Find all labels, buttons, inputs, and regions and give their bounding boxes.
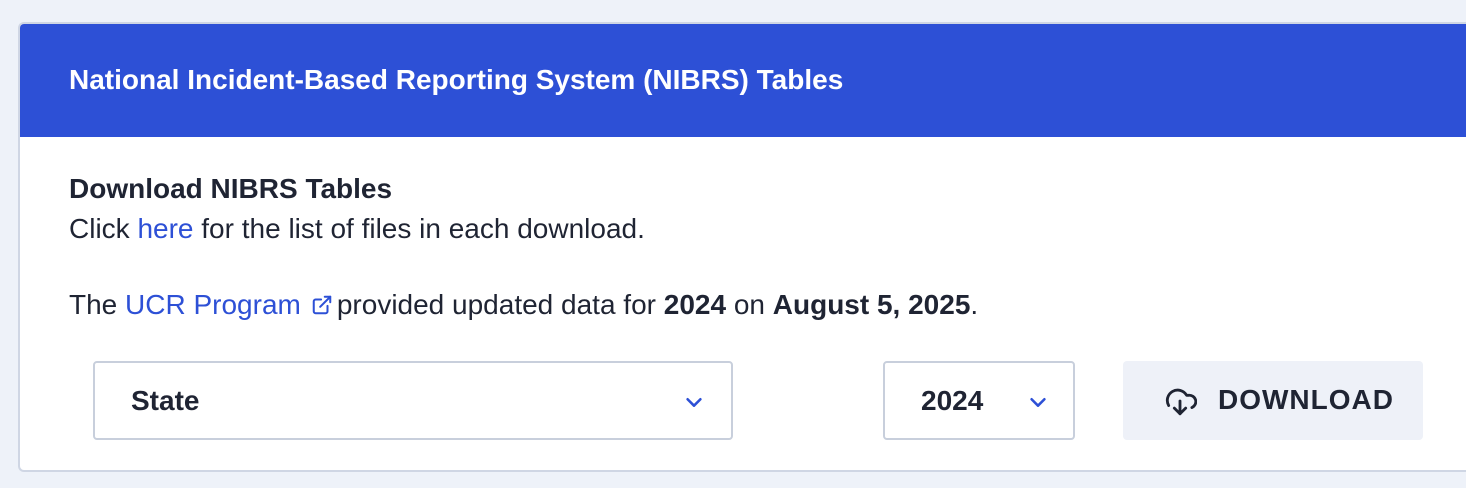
- line2-prefix: The: [69, 289, 126, 320]
- year-select[interactable]: 2024: [883, 361, 1075, 440]
- section-title: Download NIBRS Tables: [69, 173, 393, 204]
- chevron-down-icon: [1030, 397, 1046, 407]
- line2-end: .: [970, 289, 979, 320]
- data-year: 2024: [663, 289, 727, 320]
- ucr-program-link[interactable]: UCR Program: [125, 289, 337, 320]
- chevron-down-icon: [686, 397, 702, 407]
- line1-suffix: for the list of files in each download.: [193, 213, 645, 244]
- line2-on: on: [726, 289, 773, 320]
- line1-prefix: Click: [69, 213, 138, 244]
- line2-middle: provided updated data for: [336, 289, 664, 320]
- year-select-value: 2024: [921, 385, 984, 416]
- download-button-label: DOWNLOAD: [1218, 384, 1394, 415]
- update-info-line: The UCR Program provided updated data for…: [69, 289, 978, 321]
- external-link-icon: [312, 295, 332, 315]
- ucr-program-link-label: UCR Program: [125, 289, 301, 320]
- cloud-download-icon: [1165, 388, 1197, 416]
- card-header: National Incident-Based Reporting System…: [20, 24, 1466, 137]
- download-button[interactable]: DOWNLOAD: [1123, 361, 1423, 440]
- files-list-line: Click here for the list of files in each…: [69, 213, 645, 245]
- state-select-value: State: [131, 385, 200, 416]
- card-title: National Incident-Based Reporting System…: [69, 64, 844, 95]
- here-link[interactable]: here: [137, 213, 193, 244]
- nibrs-tables-card: National Incident-Based Reporting System…: [18, 22, 1466, 472]
- update-date: August 5, 2025: [772, 289, 971, 320]
- state-select[interactable]: State: [93, 361, 733, 440]
